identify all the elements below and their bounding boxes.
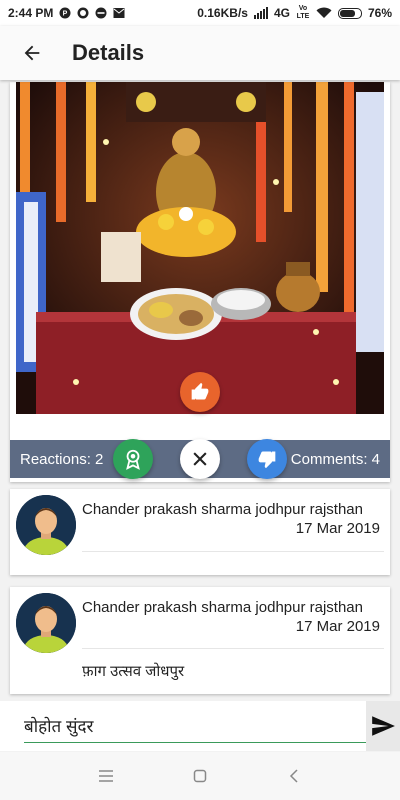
comment-text: फ़ाग उत्सव जोधपुर xyxy=(82,663,185,680)
send-icon xyxy=(372,716,395,736)
comment-author: Chander prakash sharma jodhpur rajsthan xyxy=(82,501,363,518)
comment-card: Chander prakash sharma jodhpur rajsthan … xyxy=(10,587,390,694)
avatar[interactable] xyxy=(16,495,76,555)
comment-composer xyxy=(0,701,400,751)
triangle-back-icon xyxy=(289,769,298,783)
post-image[interactable] xyxy=(16,82,384,414)
divider xyxy=(82,551,384,552)
user-avatar-icon xyxy=(16,495,76,555)
shrine-photo xyxy=(16,82,384,414)
award-ribbon-icon xyxy=(126,449,140,470)
dislike-button[interactable] xyxy=(247,439,287,479)
award-button[interactable] xyxy=(113,439,153,479)
notification-icon: P xyxy=(59,7,71,19)
menu-button[interactable] xyxy=(94,764,118,788)
comment-author: Chander prakash sharma jodhpur rajsthan xyxy=(82,599,363,616)
close-button[interactable] xyxy=(180,439,220,479)
send-button[interactable] xyxy=(366,701,400,751)
mail-icon xyxy=(113,8,125,18)
comment-input[interactable] xyxy=(24,709,366,743)
comment-date: 17 Mar 2019 xyxy=(289,618,380,635)
home-button[interactable] xyxy=(188,764,212,788)
close-icon xyxy=(193,452,207,466)
back-button[interactable] xyxy=(0,26,64,80)
network-type: 4G xyxy=(273,6,290,20)
app-bar: Details xyxy=(0,26,400,80)
post-card: Reactions: 2 Comments: 4 xyxy=(10,82,390,482)
whatsapp-icon xyxy=(77,7,89,19)
dnd-icon xyxy=(95,7,107,19)
volte-badge: Vo LTE xyxy=(296,5,310,20)
signal-icon xyxy=(253,7,268,19)
reactions-count[interactable]: Reactions: 2 xyxy=(20,451,103,468)
network-speed: 0.16KB/s xyxy=(197,6,248,20)
square-home-icon xyxy=(193,769,207,783)
system-nav-bar xyxy=(0,752,400,800)
status-bar: 2:44 PM P 0.16KB/s 4G Vo LTE 76% xyxy=(0,0,400,26)
battery-percent: 76% xyxy=(367,6,392,20)
user-avatar-icon xyxy=(16,593,76,653)
arrow-left-icon xyxy=(24,45,40,61)
menu-icon xyxy=(99,770,113,782)
avatar[interactable] xyxy=(16,593,76,653)
wifi-icon xyxy=(316,7,332,18)
thumbs-down-icon xyxy=(258,451,276,469)
comment-date: 17 Mar 2019 xyxy=(289,520,380,537)
comment-card: Chander prakash sharma jodhpur rajsthan … xyxy=(10,489,390,575)
svg-text:P: P xyxy=(63,11,68,18)
like-button[interactable] xyxy=(180,372,220,412)
status-time: 2:44 PM xyxy=(8,6,54,20)
page-title: Details xyxy=(72,40,145,65)
divider xyxy=(82,648,384,649)
nav-back-button[interactable] xyxy=(282,764,306,788)
comments-count[interactable]: Comments: 4 xyxy=(291,451,380,468)
thumbs-up-icon xyxy=(191,382,209,400)
battery-icon xyxy=(337,7,362,19)
